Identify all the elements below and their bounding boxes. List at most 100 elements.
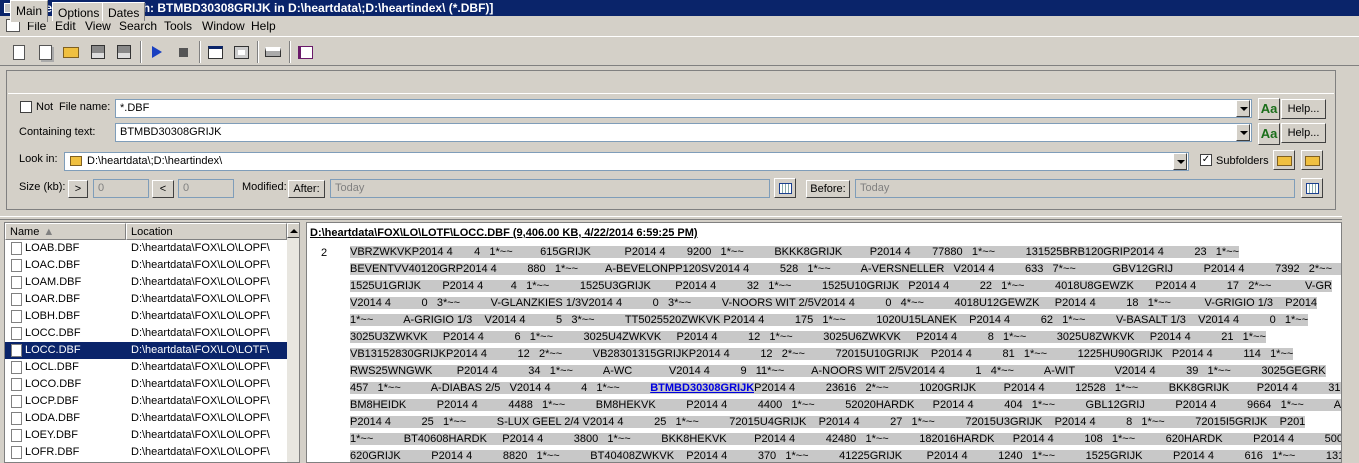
tab-strip-line [8,93,1334,94]
file-name-field[interactable]: *.DBF [115,99,1252,118]
size-less-button[interactable]: < [152,180,174,198]
stop-icon[interactable] [172,41,194,63]
add-folder-button[interactable] [1301,150,1323,170]
chevron-down-icon[interactable] [1173,153,1187,170]
table-row[interactable]: LOCO.DBF D:\heartdata\FOX\LO\LOPF\ [5,376,287,393]
open-icon[interactable] [60,41,82,63]
chevron-down-icon[interactable] [1236,124,1250,141]
after-date-field[interactable]: Today [330,179,770,198]
preview-text: VBRZWKVKP2014 4 4 1*~~ 615GRIJK P2014 4 … [350,244,1341,462]
new-from-template-icon[interactable] [34,41,56,63]
menu-view[interactable]: View [85,19,111,33]
column-header-location[interactable]: Location [126,223,287,240]
calendar-icon[interactable] [1301,178,1323,198]
table-row[interactable]: LOBH.DBF D:\heartdata\FOX\LO\LOPF\ [5,308,287,325]
file-location: D:\heartdata\FOX\LO\LOPF\ [131,259,270,271]
print-icon[interactable] [262,41,284,63]
look-in-value: D:\heartdata\;D:\heartindex\ [87,155,223,167]
line-number: 2 [321,247,328,259]
file-name: LOCP.DBF [25,395,79,407]
menu-help[interactable]: Help [251,19,276,33]
menu-edit[interactable]: Edit [55,19,76,33]
right-edge [1342,66,1359,463]
search-hit: BTMBD30308GRIJK [650,382,755,394]
preview-header: D:\heartdata\FOX\LO\LOTF\LOCC.DBF (9,406… [310,227,698,239]
not-checkbox[interactable] [20,101,32,113]
size-label: Size (kb): [19,181,66,193]
file-location: D:\heartdata\FOX\LO\LOPF\ [131,395,270,407]
table-row[interactable]: LODA.DBF D:\heartdata\FOX\LO\LOPF\ [5,410,287,427]
file-icon [11,242,22,255]
toolbar-separator [140,41,142,63]
preview-pane: D:\heartdata\FOX\LO\LOTF\LOCC.DBF (9,406… [306,222,1342,463]
file-icon [11,395,22,408]
file-location: D:\heartdata\FOX\LO\LOPF\ [131,242,270,254]
preview-line: VBRZWKVKP2014 4 4 1*~~ 615GRIJK P2014 4 … [350,246,1240,258]
file-name: LOFR.DBF [25,446,80,458]
table-row[interactable]: LOEY.DBF D:\heartdata\FOX\LO\LOPF\ [5,427,287,444]
table-row[interactable]: LOCC.DBF D:\heartdata\FOX\LO\LOPF\ [5,325,287,342]
title-bar: 35 files found - [Search: BTMBD30308GRIJ… [0,0,1359,16]
file-icon [11,429,22,442]
menu-search[interactable]: Search [119,19,157,33]
table-row[interactable]: LOAB.DBF D:\heartdata\FOX\LO\LOPF\ [5,240,287,257]
table-row[interactable]: LOAR.DBF D:\heartdata\FOX\LO\LOPF\ [5,291,287,308]
browse-folder-button[interactable] [1273,150,1295,170]
chevron-down-icon[interactable] [1236,100,1250,117]
file-location: D:\heartdata\FOX\LO\LOPF\ [131,310,270,322]
file-icon [11,412,22,425]
save-icon[interactable] [87,41,109,63]
subfolders-checkbox[interactable]: ✓ [1200,154,1212,166]
vertical-scrollbar[interactable] [287,223,299,462]
before-date-field[interactable]: Today [855,179,1295,198]
table-row[interactable]: LOCP.DBF D:\heartdata\FOX\LO\LOPF\ [5,393,287,410]
file-name: LODA.DBF [25,412,81,424]
preview-line: BM8HEIDK P2014 4 4488 1*~~ BM8HEKVK P201… [350,397,1341,414]
preview-line: 3025U3ZWKVK P2014 4 6 1*~~ 3025U4ZWKVK P… [350,331,1266,343]
save-as-icon[interactable] [113,41,135,63]
results-rows: LOAB.DBF D:\heartdata\FOX\LO\LOPF\ LOAC.DB… [5,240,287,461]
table-row[interactable]: LOCC.DBF D:\heartdata\FOX\LO\LOTF\ [5,342,287,359]
help-button[interactable]: Help... [1281,123,1326,143]
toolbar-separator [289,41,291,63]
new-icon[interactable] [8,41,30,63]
menu-window[interactable]: Window [202,19,245,33]
tab-main[interactable]: Main [10,0,49,22]
start-search-icon[interactable] [146,41,168,63]
look-in-field[interactable]: D:\heartdata\;D:\heartindex\ [64,152,1189,171]
size-min-field[interactable]: 0 [93,179,149,198]
calendar-icon[interactable] [774,178,796,198]
table-row[interactable]: LOAC.DBF D:\heartdata\FOX\LO\LOPF\ [5,257,287,274]
file-location: D:\heartdata\FOX\LO\LOPF\ [131,293,270,305]
file-icon [11,310,22,323]
table-row[interactable]: LOAM.DBF D:\heartdata\FOX\LO\LOPF\ [5,274,287,291]
preview-line: VB13152830GRIJKP2014 4 12 2*~~ VB2830131… [350,348,1294,360]
column-header-name[interactable]: Name ▲ [5,223,126,240]
file-location: D:\heartdata\FOX\LO\LOPF\ [131,446,270,458]
file-icon [11,293,22,306]
properties-icon[interactable] [230,41,252,63]
book-icon[interactable] [294,41,316,63]
size-max-field[interactable]: 0 [178,179,234,198]
tab-options[interactable]: Options [52,2,106,21]
tab-dates[interactable]: Dates [102,2,146,21]
preview-line: V2014 4 0 3*~~ V-GLANZKIES 1/3V2014 4 0 … [350,297,1318,309]
layout-icon[interactable] [204,41,226,63]
file-name: LOAM.DBF [25,276,82,288]
folder-icon [70,156,82,166]
help-button[interactable]: Help... [1281,99,1326,119]
horizontal-splitter[interactable] [0,216,1359,220]
file-location: D:\heartdata\FOX\LO\LOPF\ [131,327,270,339]
size-greater-button[interactable]: > [68,180,88,198]
file-icon [11,378,22,391]
table-row[interactable]: LOFR.DBF D:\heartdata\FOX\LO\LOPF\ [5,444,287,461]
scroll-up-button[interactable] [287,223,299,238]
containing-text-label: Containing text: [19,126,96,138]
match-case-button[interactable]: Aa [1258,98,1280,120]
containing-text-field[interactable]: BTMBD30308GRIJK [115,123,1252,142]
after-button[interactable]: After: [288,180,325,198]
menu-tools[interactable]: Tools [164,19,192,33]
before-button[interactable]: Before: [806,180,850,198]
table-row[interactable]: LOCL.DBF D:\heartdata\FOX\LO\LOPF\ [5,359,287,376]
match-case-button[interactable]: Aa [1258,123,1280,145]
